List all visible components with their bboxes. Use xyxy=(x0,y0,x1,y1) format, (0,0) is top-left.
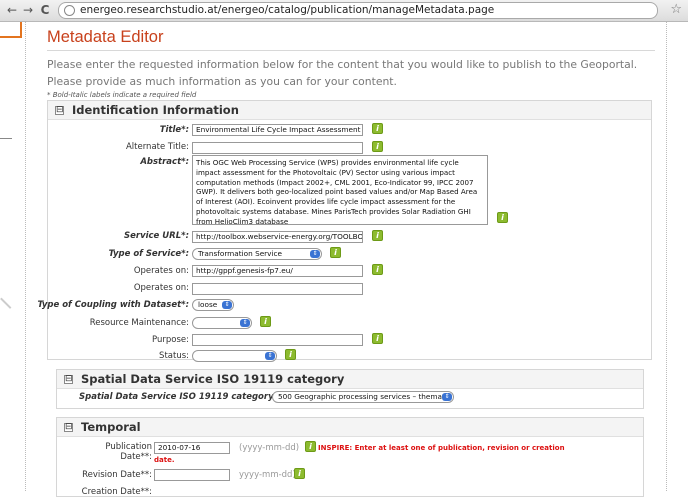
info-icon[interactable]: i xyxy=(330,247,341,258)
info-icon[interactable]: i xyxy=(372,333,383,344)
operates-on-field-2[interactable] xyxy=(192,283,363,295)
revision-date-field[interactable] xyxy=(154,469,230,481)
info-icon[interactable]: i xyxy=(305,441,316,452)
info-icon[interactable]: i xyxy=(260,316,271,327)
orange-highlight-box xyxy=(0,22,22,38)
collapse-toggle-icon[interactable]: ⊟ xyxy=(64,375,73,384)
identification-panel-header[interactable]: ⊟ Identification Information xyxy=(48,101,651,120)
info-icon[interactable]: i xyxy=(294,468,305,479)
abstract-textarea[interactable]: This OGC Web Processing Service (WPS) pr… xyxy=(192,155,488,225)
info-icon[interactable]: i xyxy=(372,230,383,241)
spatial-category-value: 500 Geographic processing services – the… xyxy=(278,392,451,401)
reload-icon[interactable]: C xyxy=(38,3,52,18)
bookmark-star-icon[interactable]: ☆ xyxy=(670,2,682,17)
spatial-category-panel: ⊟ Spatial Data Service ISO 19119 categor… xyxy=(56,369,644,409)
inspire-warning: INSPIRE: Enter at least one of publicati… xyxy=(318,444,565,452)
select-arrow-icon: ⇕ xyxy=(442,393,452,401)
collapse-toggle-icon[interactable]: ⊟ xyxy=(55,106,64,115)
forward-icon[interactable]: → xyxy=(21,3,35,18)
status-select[interactable]: ⇕ xyxy=(192,350,277,362)
content-frame-left xyxy=(25,22,26,491)
select-arrow-icon: ⇕ xyxy=(240,319,250,327)
panel-title: Identification Information xyxy=(72,103,239,117)
service-type-label: Type of Service*: xyxy=(108,249,189,259)
browser-toolbar: ← → C energeo.researchstudio.at/energeo/… xyxy=(0,0,688,22)
date-format-hint: yyyy-mm-dd) xyxy=(239,470,296,480)
creation-date-label: Creation Date**: xyxy=(81,487,152,497)
info-icon[interactable]: i xyxy=(372,123,383,134)
site-icon xyxy=(64,5,75,16)
select-arrow-icon: ⇕ xyxy=(265,352,275,360)
coupling-select[interactable]: loose ⇕ xyxy=(192,299,234,311)
maintenance-label: Resource Maintenance: xyxy=(89,318,189,328)
info-icon[interactable]: i xyxy=(372,141,383,152)
alternate-title-field[interactable] xyxy=(192,142,363,154)
left-pane-edge xyxy=(0,22,23,491)
info-icon[interactable]: i xyxy=(372,264,383,275)
content-frame-right xyxy=(666,22,667,491)
spatial-panel-header[interactable]: ⊟ Spatial Data Service ISO 19119 categor… xyxy=(57,370,643,389)
panel-title: Spatial Data Service ISO 19119 category xyxy=(81,372,345,386)
spatial-category-select[interactable]: 500 Geographic processing services – the… xyxy=(272,391,454,403)
service-url-field[interactable]: http://toolbox.webservice-energy.org/TOO… xyxy=(192,231,363,243)
coupling-value: loose xyxy=(198,300,218,309)
divider xyxy=(0,138,12,139)
service-type-select[interactable]: Transformation Service ⇕ xyxy=(192,248,322,260)
operates-on-field-1[interactable]: http://gppf.genesis-fp7.eu/ xyxy=(192,265,363,277)
revision-date-label: Revision Date**: xyxy=(82,470,152,480)
inspire-warning-cont: date. xyxy=(154,456,175,464)
arrow-decoration xyxy=(0,289,20,309)
maintenance-select[interactable]: ⇕ xyxy=(192,317,252,329)
publication-date-label-2: Date**: xyxy=(120,452,152,462)
publication-date-label: Publication xyxy=(105,442,152,452)
title-divider xyxy=(47,50,655,51)
info-icon[interactable]: i xyxy=(497,212,508,223)
status-label: Status: xyxy=(159,351,189,361)
date-format-hint: (yyyy-mm-dd) xyxy=(239,443,300,453)
select-arrow-icon: ⇕ xyxy=(222,301,232,309)
alternate-title-label: Alternate Title: xyxy=(125,142,189,152)
collapse-toggle-icon[interactable]: ⊟ xyxy=(64,423,73,432)
temporal-panel-header[interactable]: ⊟ Temporal xyxy=(57,418,643,437)
info-icon[interactable]: i xyxy=(285,349,296,360)
purpose-label: Purpose: xyxy=(152,335,189,345)
spatial-category-label: Spatial Data Service ISO 19119 category*… xyxy=(79,392,282,402)
operates-on-label-2: Operates on: xyxy=(133,283,189,293)
back-icon[interactable]: ← xyxy=(5,3,19,18)
purpose-field[interactable] xyxy=(192,334,363,346)
url-text: energeo.researchstudio.at/energeo/catalo… xyxy=(80,4,495,16)
service-url-label: Service URL*: xyxy=(123,231,189,241)
coupling-label: Type of Coupling with Dataset*: xyxy=(37,300,189,310)
title-field[interactable]: Environmental Life Cycle Impact Assessme… xyxy=(192,124,363,136)
publication-date-field[interactable]: 2010-07-16 xyxy=(154,442,230,454)
operates-on-label: Operates on: xyxy=(133,266,189,276)
page-title: Metadata Editor xyxy=(47,28,164,46)
required-field-note: * Bold-Italic labels indicate a required… xyxy=(47,91,197,99)
address-bar[interactable]: energeo.researchstudio.at/energeo/catalo… xyxy=(58,2,658,19)
abstract-label: Abstract*: xyxy=(140,157,189,167)
panel-title: Temporal xyxy=(81,420,141,434)
intro-text: Please enter the requested information b… xyxy=(47,58,638,88)
service-type-value: Transformation Service xyxy=(198,249,283,258)
title-label: Title*: xyxy=(159,125,189,135)
select-arrow-icon: ⇕ xyxy=(310,250,320,258)
